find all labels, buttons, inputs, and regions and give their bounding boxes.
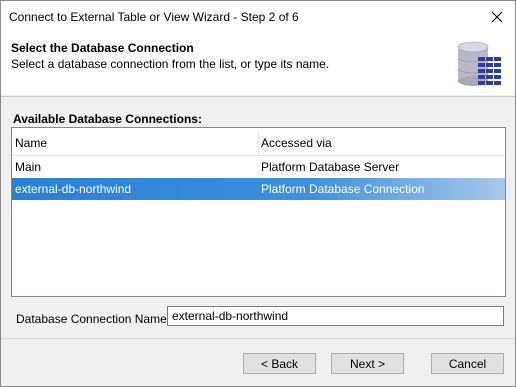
close-icon (491, 11, 503, 22)
column-divider[interactable] (258, 132, 259, 155)
cancel-button[interactable]: Cancel (431, 353, 504, 374)
step-title: Select the Database Connection (11, 41, 194, 55)
connections-label: Available Database Connections: (13, 112, 202, 126)
connection-name: external-db-northwind (15, 182, 132, 196)
list-item-selected[interactable]: external-db-northwind Platform Database … (12, 178, 505, 200)
database-icon (457, 41, 501, 86)
footer-divider (1, 338, 515, 339)
list-item[interactable]: Main Platform Database Server (12, 156, 505, 178)
header-divider (1, 96, 515, 97)
list-header: Name Accessed via (12, 132, 505, 156)
connections-list[interactable]: Name Accessed via Main Platform Database… (11, 127, 506, 297)
column-header-name[interactable]: Name (15, 136, 47, 150)
step-description: Select a database connection from the li… (11, 57, 330, 71)
connection-name: Main (15, 160, 42, 174)
wizard-window: Connect to External Table or View Wizard… (0, 0, 516, 387)
close-button[interactable] (479, 1, 515, 32)
next-button[interactable]: Next > (331, 353, 404, 374)
connection-name-label: Database Connection Name: (16, 312, 171, 326)
wizard-header: Select the Database Connection Select a … (1, 32, 515, 95)
connection-accessed-via: Platform Database Server (261, 160, 400, 174)
title-bar: Connect to External Table or View Wizard… (1, 1, 515, 32)
column-header-accessed-via[interactable]: Accessed via (261, 136, 332, 150)
connection-name-input[interactable] (167, 306, 504, 326)
connection-accessed-via: Platform Database Connection (261, 182, 425, 196)
back-button[interactable]: < Back (243, 353, 316, 374)
window-title: Connect to External Table or View Wizard… (9, 10, 299, 24)
